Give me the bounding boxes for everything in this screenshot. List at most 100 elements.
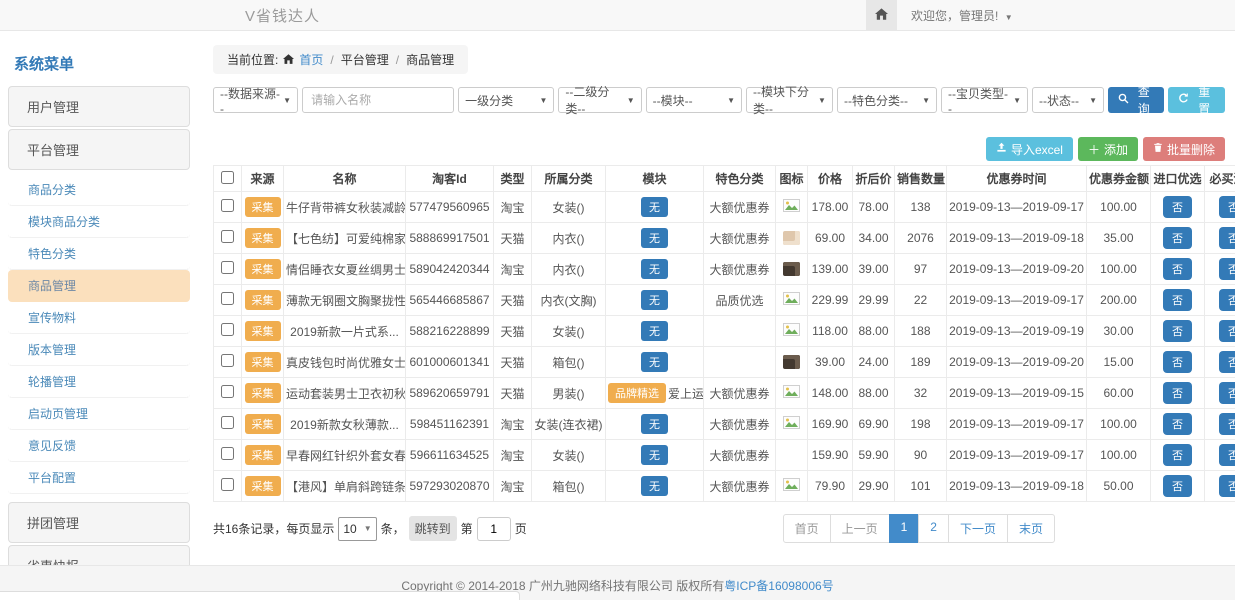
must-buy-toggle[interactable]: 否: [1219, 444, 1235, 466]
breadcrumb-prefix: 当前位置:: [227, 51, 278, 68]
module-badge[interactable]: 无: [641, 352, 668, 372]
sidebar-subitem[interactable]: 商品管理: [8, 270, 190, 302]
import-select-toggle[interactable]: 否: [1163, 351, 1192, 373]
category-cell: 箱包(): [532, 471, 606, 502]
row-checkbox[interactable]: [221, 385, 234, 398]
page-number-input[interactable]: [477, 517, 511, 541]
home-button[interactable]: [866, 0, 897, 30]
row-checkbox[interactable]: [221, 323, 234, 336]
sidebar-group[interactable]: 拼团管理: [8, 502, 190, 543]
reset-button[interactable]: 重置: [1168, 87, 1225, 113]
import-select-toggle[interactable]: 否: [1163, 227, 1192, 249]
module-badge[interactable]: 无: [641, 445, 668, 465]
caret-down-icon: ▼: [540, 96, 548, 105]
caret-down-icon: ▼: [1005, 13, 1013, 22]
filter-status-select[interactable]: --状态-- ▼: [1032, 87, 1104, 113]
icon-cell: [776, 316, 808, 347]
filter-module-sub-select[interactable]: --模块下分类-- ▼: [746, 87, 833, 113]
module-cell: 无: [606, 285, 704, 316]
sidebar-group[interactable]: 用户管理: [8, 86, 190, 127]
jump-button[interactable]: 跳转到: [409, 516, 457, 541]
icp-link[interactable]: 粤ICP备16098006号: [724, 579, 833, 593]
import-select-toggle[interactable]: 否: [1163, 258, 1192, 280]
name-cell: 早春网红针织外套女春...: [284, 440, 406, 471]
import-excel-button[interactable]: 导入excel: [986, 137, 1073, 161]
sales-cell: 32: [895, 378, 947, 409]
sidebar-subitem[interactable]: 特色分类: [8, 238, 190, 270]
module-badge[interactable]: 无: [641, 197, 668, 217]
row-select-cell: [214, 316, 242, 347]
row-checkbox[interactable]: [221, 416, 234, 429]
caret-down-icon: ▼: [922, 96, 930, 105]
must-buy-toggle[interactable]: 否: [1219, 227, 1235, 249]
pager-button[interactable]: 下一页: [948, 514, 1008, 543]
jump-suffix: 页: [515, 520, 527, 537]
row-checkbox[interactable]: [221, 478, 234, 491]
must-buy-toggle[interactable]: 否: [1219, 196, 1235, 218]
import-select-toggle[interactable]: 否: [1163, 413, 1192, 435]
must-buy-toggle[interactable]: 否: [1219, 258, 1235, 280]
module-badge[interactable]: 无: [641, 290, 668, 310]
filter-module-select[interactable]: --模块-- ▼: [646, 87, 742, 113]
select-all-checkbox[interactable]: [221, 171, 234, 184]
module-badge[interactable]: 无: [641, 228, 668, 248]
row-checkbox[interactable]: [221, 230, 234, 243]
sidebar-subitem[interactable]: 模块商品分类: [8, 206, 190, 238]
import-select-toggle[interactable]: 否: [1163, 382, 1192, 404]
breadcrumb-home-link[interactable]: 首页: [299, 51, 323, 68]
sidebar-subitem[interactable]: 启动页管理: [8, 398, 190, 430]
import-select-toggle[interactable]: 否: [1163, 320, 1192, 342]
pager-button[interactable]: 1: [889, 514, 920, 543]
module-badge[interactable]: 无: [641, 414, 668, 434]
module-content: 无: [641, 228, 668, 248]
must-buy-toggle[interactable]: 否: [1219, 382, 1235, 404]
batch-delete-button[interactable]: 批量删除: [1143, 137, 1225, 161]
feature-cell: [704, 316, 776, 347]
per-page-select[interactable]: 10 ▼: [338, 517, 376, 541]
add-button[interactable]: ＋ 添加: [1078, 137, 1138, 161]
sidebar-subitem[interactable]: 平台配置: [8, 462, 190, 494]
row-checkbox[interactable]: [221, 292, 234, 305]
must-buy-toggle[interactable]: 否: [1219, 351, 1235, 373]
sidebar-subitem[interactable]: 轮播管理: [8, 366, 190, 398]
coupon-amount-cell: 30.00: [1087, 316, 1151, 347]
sales-cell: 189: [895, 347, 947, 378]
row-checkbox[interactable]: [221, 447, 234, 460]
row-checkbox[interactable]: [221, 199, 234, 212]
filter-category2-select[interactable]: --二级分类-- ▼: [558, 87, 641, 113]
sidebar-subitem[interactable]: 意见反馈: [8, 430, 190, 462]
must-buy-cell: 否: [1205, 285, 1235, 316]
row-select-cell: [214, 254, 242, 285]
must-buy-toggle[interactable]: 否: [1219, 413, 1235, 435]
name-search-input[interactable]: [302, 87, 454, 113]
sidebar-group[interactable]: 平台管理: [8, 129, 190, 170]
module-badge[interactable]: 品牌精选: [608, 383, 666, 403]
category-cell: 内衣(): [532, 254, 606, 285]
must-buy-toggle[interactable]: 否: [1219, 475, 1235, 497]
sidebar-subitem[interactable]: 版本管理: [8, 334, 190, 366]
module-badge[interactable]: 无: [641, 321, 668, 341]
row-checkbox[interactable]: [221, 354, 234, 367]
module-badge[interactable]: 无: [641, 476, 668, 496]
pager-button[interactable]: 2: [918, 514, 949, 543]
column-header: 类型: [494, 166, 532, 192]
must-buy-toggle[interactable]: 否: [1219, 289, 1235, 311]
filter-item-type-select[interactable]: --宝贝类型-- ▼: [941, 87, 1028, 113]
row-checkbox[interactable]: [221, 261, 234, 274]
per-page-suffix: 条，: [381, 520, 405, 537]
select-value: --二级分类--: [565, 83, 623, 117]
pager-button[interactable]: 末页: [1007, 514, 1055, 543]
import-select-toggle[interactable]: 否: [1163, 196, 1192, 218]
search-button[interactable]: 查询: [1108, 87, 1165, 113]
welcome-menu[interactable]: 欢迎您，管理员! ▼: [911, 7, 1013, 24]
import-select-toggle[interactable]: 否: [1163, 475, 1192, 497]
module-badge[interactable]: 无: [641, 259, 668, 279]
import-select-toggle[interactable]: 否: [1163, 444, 1192, 466]
filter-data-source-select[interactable]: --数据来源-- ▼: [213, 87, 298, 113]
filter-category1-select[interactable]: 一级分类 ▼: [458, 87, 554, 113]
sidebar-subitem[interactable]: 商品分类: [8, 174, 190, 206]
must-buy-toggle[interactable]: 否: [1219, 320, 1235, 342]
sidebar-subitem[interactable]: 宣传物料: [8, 302, 190, 334]
filter-feature-select[interactable]: --特色分类-- ▼: [837, 87, 937, 113]
import-select-toggle[interactable]: 否: [1163, 289, 1192, 311]
